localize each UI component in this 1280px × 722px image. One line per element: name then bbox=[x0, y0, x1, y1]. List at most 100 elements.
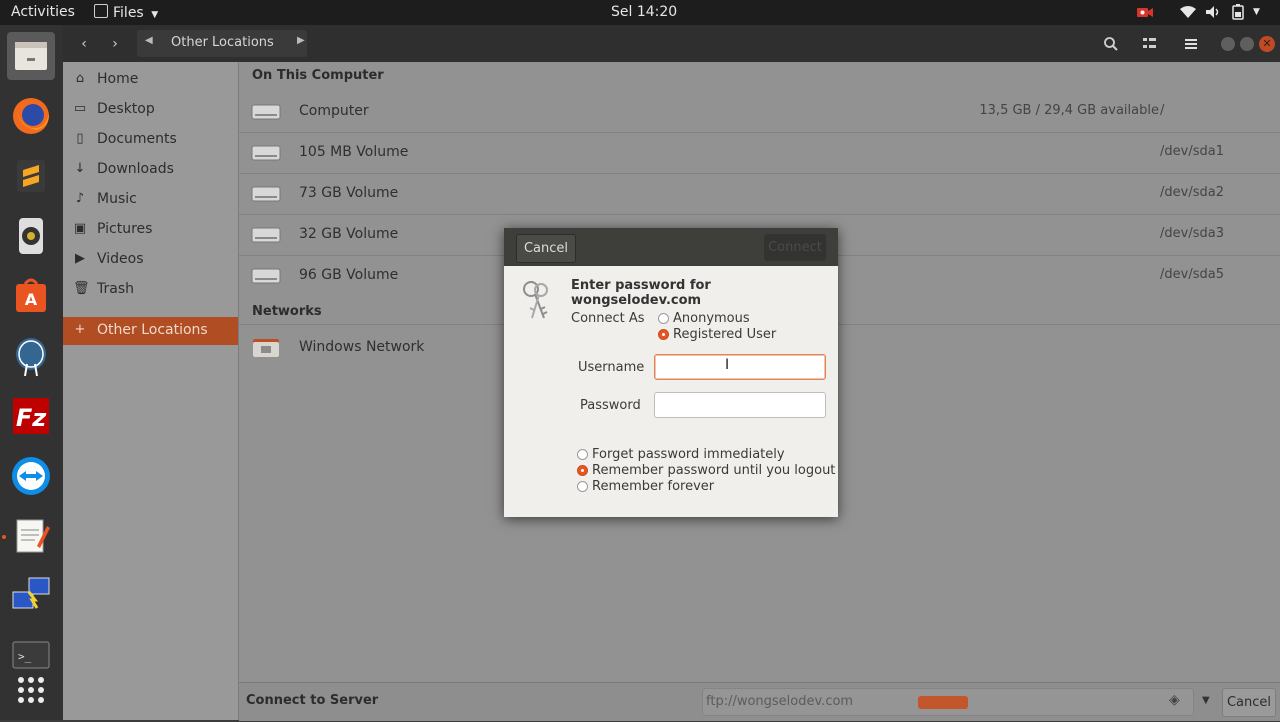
network-name: Windows Network bbox=[299, 339, 425, 355]
dock-sublime-text[interactable] bbox=[7, 152, 55, 200]
anonymous-radio[interactable] bbox=[658, 313, 669, 324]
hamburger-menu-icon[interactable] bbox=[1184, 37, 1198, 51]
maximize-icon[interactable] bbox=[1240, 37, 1254, 51]
documents-icon: ▯ bbox=[76, 131, 84, 146]
battery-icon[interactable] bbox=[1232, 4, 1244, 20]
section-header-networks: Networks bbox=[252, 304, 322, 319]
rhythmbox-icon bbox=[19, 218, 43, 254]
connect-to-server-bar: Connect to Server ftp://wongselodev.com … bbox=[239, 682, 1280, 721]
teamviewer-icon bbox=[12, 457, 50, 495]
files-app-menu[interactable]: Files ▼ bbox=[94, 4, 158, 21]
sidebar-item-downloads[interactable]: ↓ Downloads bbox=[63, 156, 238, 184]
filezilla-icon: Fz bbox=[13, 398, 49, 434]
running-indicator bbox=[2, 535, 6, 539]
drive-icon bbox=[251, 268, 281, 284]
svg-text:Fz: Fz bbox=[16, 404, 47, 432]
dock-pgadmin[interactable] bbox=[7, 332, 55, 380]
sidebar-item-other-locations[interactable]: + Other Locations bbox=[63, 317, 238, 345]
sidebar-item-desktop[interactable]: ▭ Desktop bbox=[63, 96, 238, 124]
path-left-arrow-icon[interactable]: ◀ bbox=[145, 35, 153, 46]
dock-teamviewer[interactable] bbox=[7, 452, 55, 500]
forward-icon[interactable]: › bbox=[104, 33, 126, 55]
home-icon: ⌂ bbox=[75, 71, 85, 86]
minimize-icon[interactable] bbox=[1221, 37, 1235, 51]
dialog-cancel-button[interactable]: Cancel bbox=[516, 234, 576, 263]
remember-forever-radio[interactable] bbox=[577, 481, 588, 492]
desktop-icon: ▭ bbox=[73, 101, 87, 116]
pictures-icon: ▣ bbox=[73, 221, 87, 236]
show-applications-button[interactable] bbox=[7, 670, 55, 718]
dock-files[interactable] bbox=[7, 32, 55, 80]
back-icon[interactable]: ‹ bbox=[73, 33, 95, 55]
sidebar-item-videos[interactable]: ▶ Videos bbox=[63, 246, 238, 274]
volume-path: /dev/sda2 bbox=[1160, 185, 1224, 200]
software-center-icon: A bbox=[16, 278, 46, 312]
search-icon[interactable] bbox=[1103, 36, 1119, 52]
remember-until-logout-label[interactable]: Remember password until you logout bbox=[592, 463, 835, 478]
volume-row[interactable]: 105 MB Volume /dev/sda1 bbox=[239, 132, 1280, 173]
wifi-icon[interactable] bbox=[1180, 5, 1196, 19]
volume-path: /dev/sda1 bbox=[1160, 144, 1224, 159]
dock-text-editor[interactable] bbox=[7, 512, 55, 560]
server-address-field[interactable]: ftp://wongselodev.com ◈ bbox=[702, 688, 1194, 716]
dialog-headerbar: Cancel Connect bbox=[504, 228, 838, 266]
volume-path: /dev/sda3 bbox=[1160, 226, 1224, 241]
dialog-connect-button[interactable]: Connect bbox=[764, 234, 826, 261]
sidebar-item-trash[interactable]: 🗑 Trash bbox=[63, 276, 238, 304]
firefox-icon bbox=[13, 98, 49, 134]
remember-forever-label[interactable]: Remember forever bbox=[592, 479, 714, 494]
system-menu-chevron-icon[interactable]: ▼ bbox=[1253, 7, 1260, 17]
close-icon[interactable]: ✕ bbox=[1259, 36, 1275, 52]
dock-firefox[interactable] bbox=[7, 92, 55, 140]
forget-immediately-label[interactable]: Forget password immediately bbox=[592, 447, 785, 462]
sidebar-item-label: Downloads bbox=[97, 161, 174, 177]
volume-path: /dev/sda5 bbox=[1160, 267, 1224, 282]
volume-name: 105 MB Volume bbox=[299, 144, 409, 160]
svg-text:>_: >_ bbox=[18, 650, 32, 663]
dock: A Fz >_ bbox=[0, 25, 63, 720]
clock[interactable]: Sel 14:20 bbox=[611, 4, 677, 20]
sidebar-item-label: Trash bbox=[97, 281, 134, 297]
password-field[interactable] bbox=[654, 392, 826, 418]
sidebar-item-label: Videos bbox=[97, 251, 144, 267]
volume-row[interactable]: Computer 13,5 GB / 29,4 GB available / bbox=[239, 91, 1280, 132]
volume-icon[interactable] bbox=[1205, 5, 1221, 19]
screen-recording-icon[interactable] bbox=[1136, 6, 1154, 19]
password-label: Password bbox=[580, 398, 641, 413]
path-current-location[interactable]: Other Locations bbox=[171, 35, 274, 50]
server-history-dropdown-icon[interactable]: ▼ bbox=[1202, 695, 1210, 706]
dialog-cancel-label: Cancel bbox=[523, 241, 569, 256]
volume-available: 13,5 GB / 29,4 GB available bbox=[979, 103, 1159, 118]
dock-filezilla[interactable]: Fz bbox=[7, 392, 55, 440]
view-options-icon[interactable] bbox=[1143, 37, 1157, 51]
drive-icon bbox=[251, 104, 281, 120]
network-folder-icon bbox=[253, 339, 279, 357]
path-right-arrow-icon[interactable]: ▶ bbox=[297, 35, 305, 46]
sidebar-item-home[interactable]: ⌂ Home bbox=[63, 66, 238, 94]
app-grid-icon bbox=[18, 677, 44, 703]
text-cursor-icon: I bbox=[725, 357, 730, 373]
help-icon[interactable]: ◈ bbox=[1169, 692, 1180, 708]
anonymous-label[interactable]: Anonymous bbox=[673, 311, 750, 326]
files-app-icon bbox=[94, 4, 108, 18]
username-field[interactable]: I bbox=[654, 354, 826, 380]
remember-until-logout-radio[interactable] bbox=[577, 465, 588, 476]
postgresql-elephant-icon bbox=[16, 338, 46, 377]
sidebar-item-documents[interactable]: ▯ Documents bbox=[63, 126, 238, 154]
registered-user-label[interactable]: Registered User bbox=[673, 327, 776, 342]
dock-rhythmbox[interactable] bbox=[7, 212, 55, 260]
registered-user-radio[interactable] bbox=[658, 329, 669, 340]
sidebar-item-music[interactable]: ♪ Music bbox=[63, 186, 238, 214]
section-header-on-this-computer: On This Computer bbox=[252, 68, 384, 83]
bottom-cancel-button[interactable]: Cancel bbox=[1222, 688, 1276, 717]
forget-immediately-radio[interactable] bbox=[577, 449, 588, 460]
dialog-title: Enter password for wongselodev.com bbox=[571, 278, 711, 308]
dock-software[interactable]: A bbox=[7, 272, 55, 320]
plus-icon: + bbox=[74, 322, 86, 337]
videos-icon: ▶ bbox=[75, 251, 85, 266]
sidebar-item-pictures[interactable]: ▣ Pictures bbox=[63, 216, 238, 244]
volume-row[interactable]: 73 GB Volume /dev/sda2 bbox=[239, 173, 1280, 214]
activities-button[interactable]: Activities bbox=[11, 4, 75, 20]
dock-remote-desktop[interactable] bbox=[7, 572, 55, 620]
connecting-progress-bar bbox=[918, 696, 968, 709]
